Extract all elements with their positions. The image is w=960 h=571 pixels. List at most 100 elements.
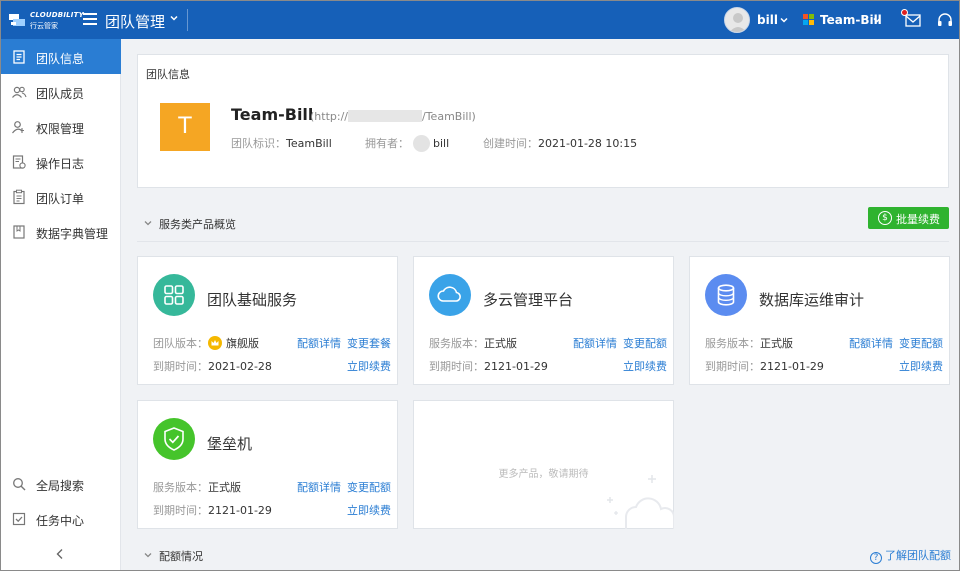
service-expire: 到期时间：2021-02-28 [153,358,272,374]
user-avatar[interactable] [724,7,750,33]
renew-now-link[interactable]: 立即续费 [347,502,391,518]
service-name: 多云管理平台 [483,291,574,309]
collapse-sidebar-icon[interactable] [53,547,67,561]
renew-now-link[interactable]: 立即续费 [623,358,667,374]
divider [187,9,188,31]
batch-renew-label: 批量续费 [896,213,940,226]
chevron-down-icon[interactable] [779,15,789,25]
users-icon [12,86,27,98]
sidebar-item-permissions[interactable]: 权限管理 [1,109,121,144]
sidebar-item-label: 数据字典管理 [36,227,109,241]
service-version: 服务版本：正式版 [429,335,517,351]
service-version: 服务版本：正式版 [705,335,793,351]
headset-icon[interactable] [937,12,953,28]
owner-label: 拥有者： [365,137,409,150]
team-owner: 拥有者： bill [365,135,449,152]
service-card-multicloud: 多云管理平台 服务版本：正式版 到期时间：2121-01-29 配额详情 变更配… [413,256,674,385]
divider [137,241,949,242]
shield-icon [153,418,195,460]
user-name[interactable]: bill [757,13,778,27]
logo-subtext: 行云管家 [30,22,58,30]
user-key-icon [12,121,24,134]
cloudbility-logo[interactable]: CLOUDBILITY 行云管家 [7,9,84,31]
expire-label: 到期时间： [429,360,484,373]
avatar-icon [729,13,747,32]
batch-renew-button[interactable]: $ 批量续费 [868,207,949,229]
change-plan-link[interactable]: 变更套餐 [347,335,391,351]
chevron-down-icon[interactable] [143,218,153,228]
cloud-icon [429,274,471,316]
team-id: 团队标识：TeamBill [231,135,332,151]
team-avatar: T [160,103,210,151]
team-name: Team-Bill [231,105,314,124]
redacted-domain [348,110,422,122]
expire-value: 2121-01-29 [484,360,548,373]
crown-icon [208,336,222,350]
menu-icon[interactable] [83,13,97,25]
team-logo-icon [803,14,815,26]
sidebar-item-team-info[interactable]: 团队信息 [1,39,121,74]
quota-detail-link[interactable]: 配额详情 [297,479,341,495]
section-title: 配额情况 [159,550,203,563]
version-value: 正式版 [760,337,793,350]
change-quota-link[interactable]: 变更配额 [899,335,943,351]
version-label: 服务版本： [153,481,208,494]
expire-value: 2121-01-29 [760,360,824,373]
book-icon [13,225,25,239]
quota-detail-link[interactable]: 配额详情 [573,335,617,351]
sidebar-item-label: 团队订单 [36,192,85,206]
chevron-down-icon[interactable] [169,13,179,23]
service-version: 服务版本：正式版 [153,479,241,495]
logo-mark-icon [9,14,25,26]
sidebar-item-team-members[interactable]: 团队成员 [1,74,121,109]
sidebar-item-label: 操作日志 [36,157,85,171]
quota-detail-link[interactable]: 配额详情 [297,335,341,351]
search-icon [13,478,26,491]
sidebar-item-data-dictionary[interactable]: 数据字典管理 [1,214,121,249]
sidebar-item-operation-log[interactable]: 操作日志 [1,144,121,179]
sidebar-item-label: 权限管理 [36,122,85,136]
quota-detail-link[interactable]: 配额详情 [849,335,893,351]
chevron-down-icon[interactable] [143,550,153,560]
version-label: 服务版本： [705,337,760,350]
sidebar-item-label: 团队成员 [36,87,85,101]
services-section-header[interactable]: 服务类产品概览 [137,209,949,237]
chevron-down-icon[interactable] [872,15,882,25]
section-title: 服务类产品概览 [159,218,236,231]
log-icon [12,155,26,169]
service-name: 团队基础服务 [207,291,298,309]
team-url: (http:// /TeamBill) [310,110,476,123]
service-name: 堡垒机 [207,435,253,453]
change-quota-link[interactable]: 变更配额 [623,335,667,351]
sidebar-item-team-orders[interactable]: 团队订单 [1,179,121,214]
expire-label: 到期时间： [705,360,760,373]
main-content: 团队信息 T Team-Bill (http:// /TeamBill) 团队标识… [122,39,959,570]
team-id-label: 团队标识： [231,137,286,150]
quota-section-header[interactable]: 配额情况 [137,541,949,569]
module-title[interactable]: 团队管理 [105,11,165,32]
expire-value: 2121-01-29 [208,504,272,517]
sidebar-item-task-center[interactable]: 任务中心 [1,501,121,536]
change-quota-link[interactable]: 变更配额 [347,479,391,495]
mail-icon[interactable] [905,13,921,27]
renew-now-link[interactable]: 立即续费 [347,358,391,374]
document-icon [13,50,25,64]
service-version: 团队版本： 旗舰版 [153,335,259,351]
renew-now-link[interactable]: 立即续费 [899,358,943,374]
service-expire: 到期时间：2121-01-29 [429,358,548,374]
quota-help-link[interactable]: ? 了解团队配额 [870,547,951,564]
team-url-suffix: /TeamBill) [422,110,476,123]
app-frame: CLOUDBILITY 行云管家 团队管理 bill Team-Bill 团队信… [0,0,960,571]
service-card-db-audit: 数据库运维审计 服务版本：正式版 到期时间：2121-01-29 配额详情 变更… [689,256,950,385]
quota-help-label: 了解团队配额 [885,549,951,562]
logo-text: CLOUDBILITY [30,11,84,19]
top-bar: CLOUDBILITY 行云管家 团队管理 bill Team-Bill [1,1,959,39]
sidebar-item-global-search[interactable]: 全局搜索 [1,466,121,501]
sidebar-item-label: 团队信息 [36,52,85,66]
team-info-card: 团队信息 T Team-Bill (http:// /TeamBill) 团队标识… [137,54,949,188]
team-id-value: TeamBill [286,137,332,150]
created-time: 创建时间：2021-01-28 10:15 [483,135,637,151]
database-icon [705,274,747,316]
expire-value: 2021-02-28 [208,360,272,373]
sidebar: 团队信息 团队成员 权限管理 操作日志 团队订单 数据字典管理 全局搜索 任务中… [1,39,121,570]
